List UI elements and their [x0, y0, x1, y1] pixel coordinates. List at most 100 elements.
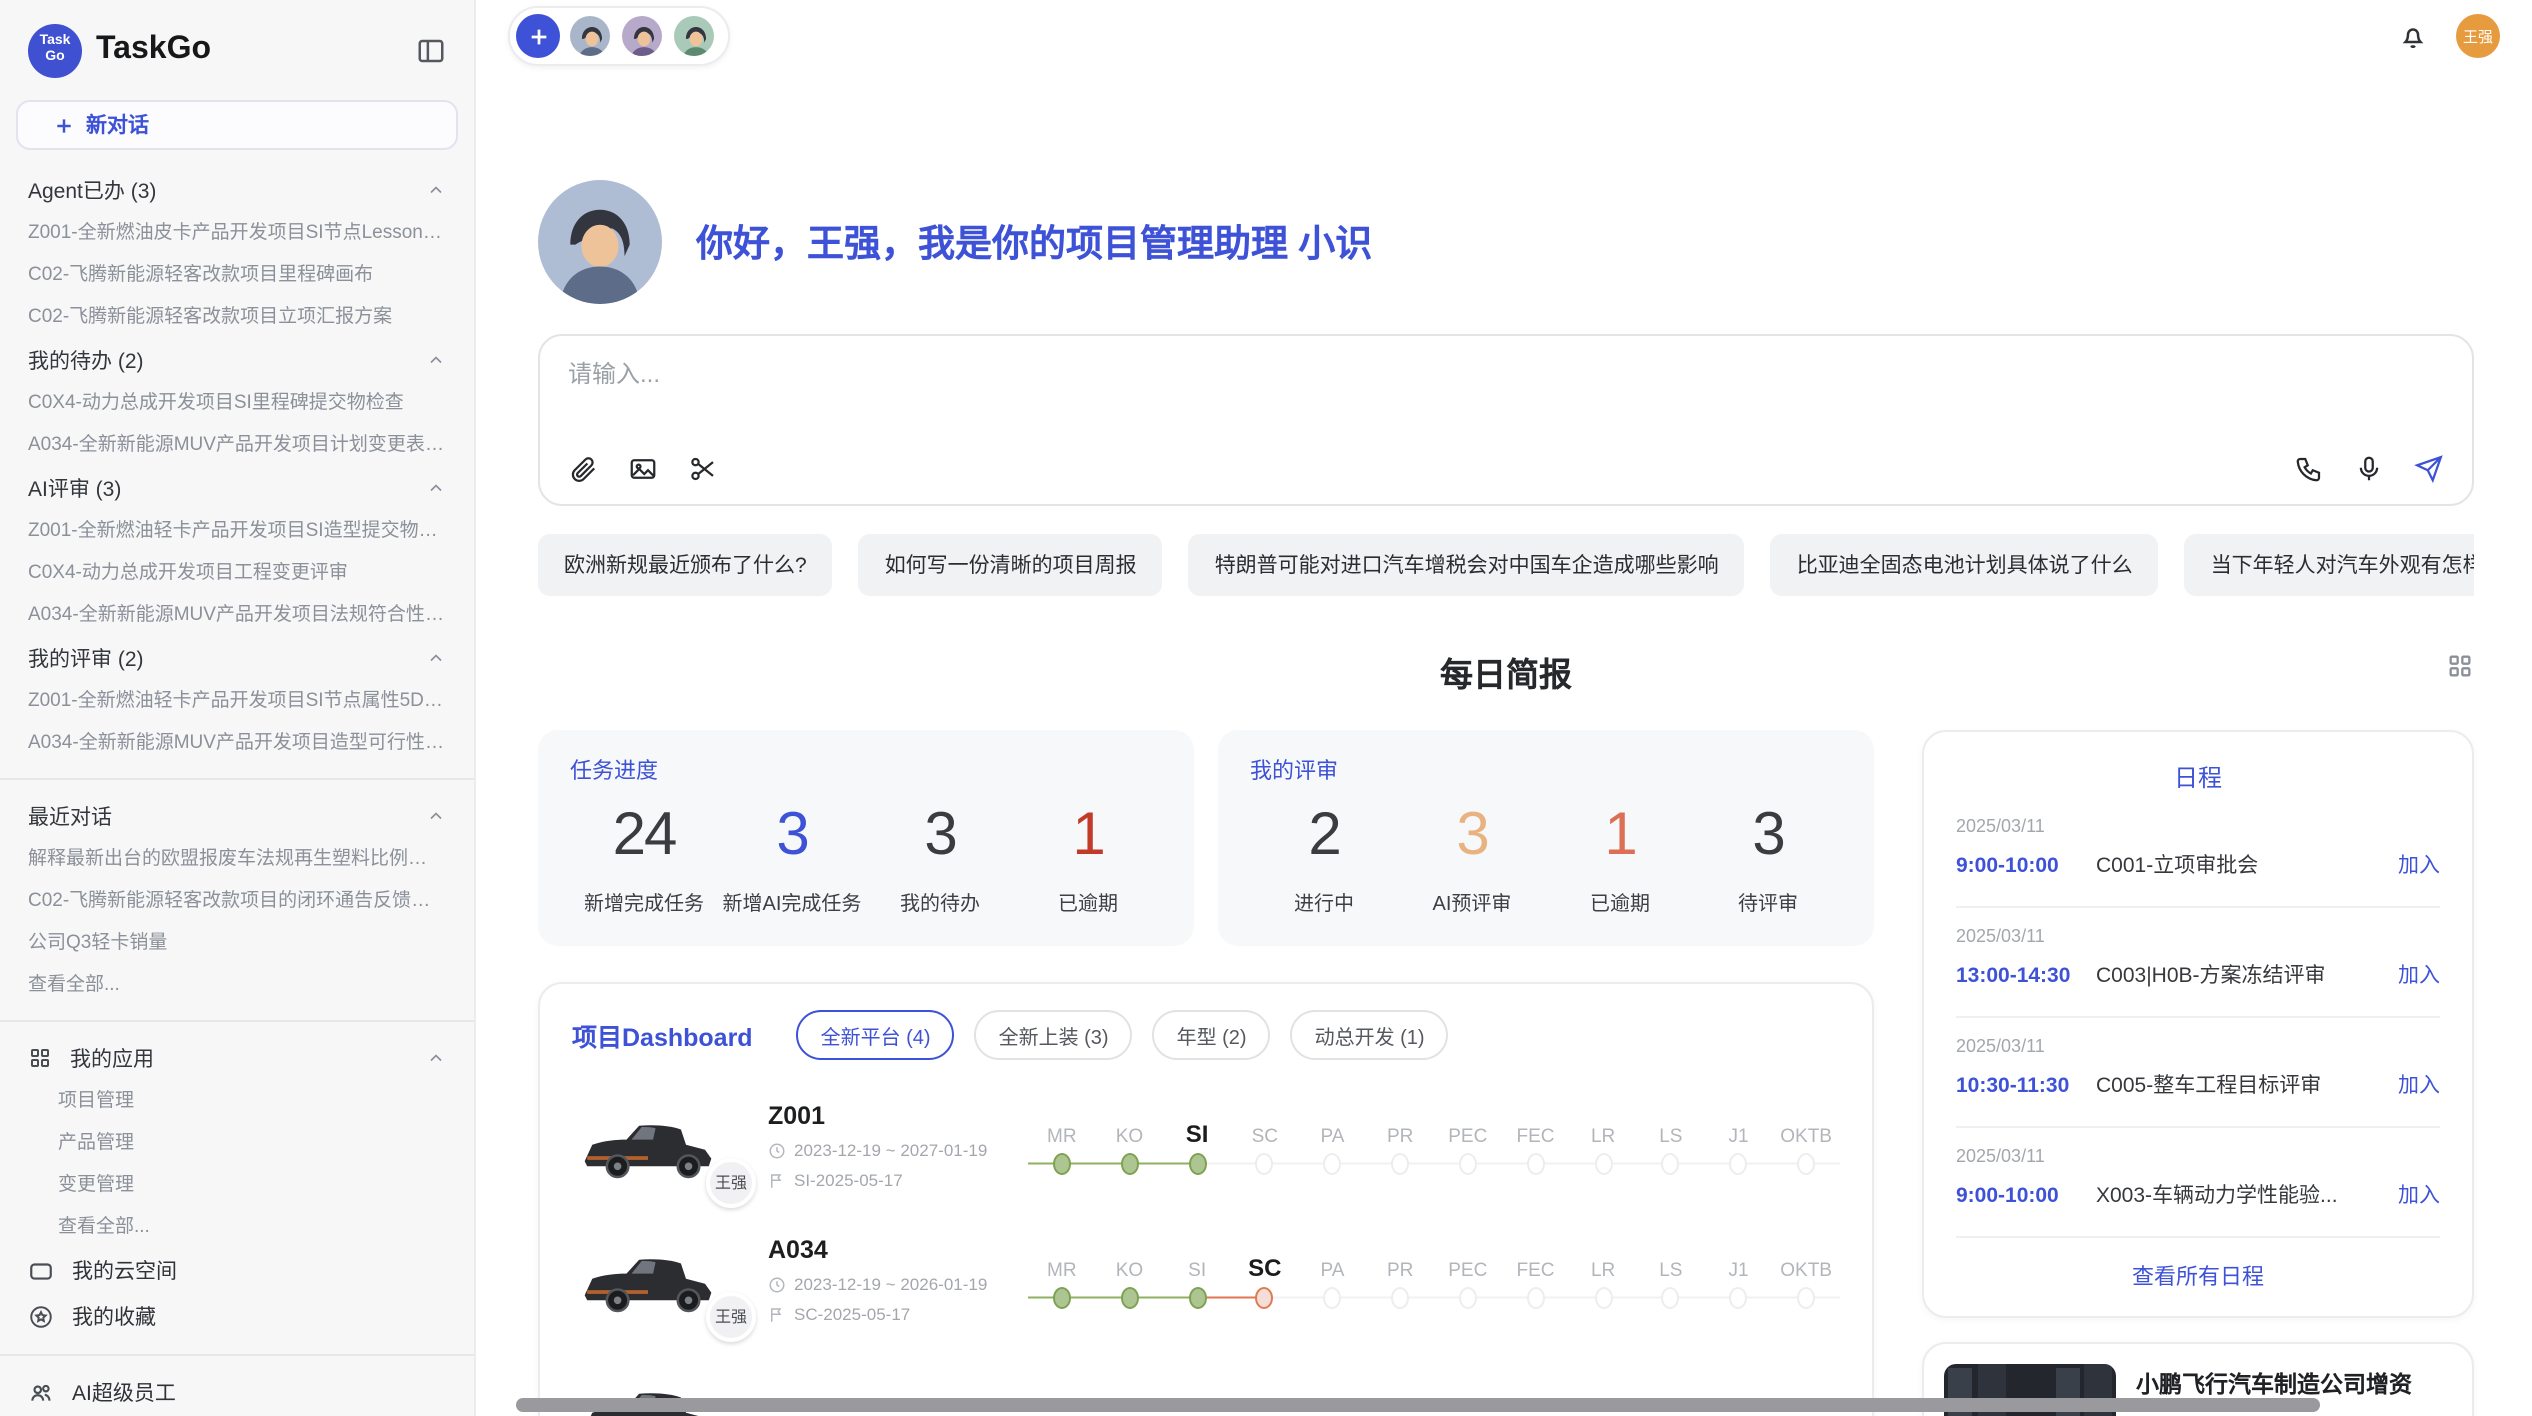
sidebar: Task Go TaskGo 新对话 Agent已办 (3) Z001-全新燃油… [0, 0, 476, 1416]
new-chat-button[interactable]: 新对话 [16, 100, 458, 150]
sidebar-item-favorites[interactable]: 我的收藏 [0, 1294, 474, 1340]
suggestion-chip[interactable]: 当下年轻人对汽车外观有怎样的喜好趋势 [2185, 534, 2474, 596]
apps-view-all[interactable]: 查看全部... [0, 1206, 474, 1248]
send-icon[interactable] [2414, 454, 2444, 484]
microphone-icon[interactable] [2354, 454, 2384, 484]
user-avatar[interactable]: 王强 [2456, 14, 2500, 58]
sidebar-task-item[interactable]: A034-全新新能源MUV产品开发项目造型可行性评审 [0, 722, 474, 764]
view-all-schedule-link[interactable]: 查看所有日程 [1956, 1238, 2440, 1292]
divider [0, 778, 474, 780]
section-my-review[interactable]: 我的评审 (2) [0, 636, 474, 680]
sidebar-task-item[interactable]: Z001-全新燃油轻卡产品开发项目SI节点属性5D文件评审 [0, 680, 474, 722]
sidebar-task-item[interactable]: C0X4-动力总成开发项目SI里程碑提交物检查 [0, 382, 474, 424]
avatar[interactable] [672, 14, 716, 58]
flag-icon [768, 1305, 786, 1323]
app-item[interactable]: 变更管理 [0, 1164, 474, 1206]
join-link[interactable]: 加入 [2398, 850, 2440, 880]
scissors-icon[interactable] [688, 454, 718, 484]
sidebar-item-ai-staff[interactable]: AI超级员工 [0, 1370, 474, 1416]
dashboard-header: 项目Dashboard 全新平台 (4) 全新上装 (3) 年型 (2) 动总开发 (… [572, 1010, 1840, 1060]
avatar[interactable] [620, 14, 664, 58]
sidebar-task-item[interactable]: A034-全新新能源MUV产品开发项目法规符合性评审 [0, 594, 474, 636]
phone-icon[interactable] [2294, 454, 2324, 484]
sidebar-task-item[interactable]: Z001-全新燃油轻卡产品开发项目SI造型提交物评审 [0, 510, 474, 552]
section-recent-chats[interactable]: 最近对话 [0, 794, 474, 838]
chevron-up-icon [426, 648, 446, 668]
schedule-date: 2025/03/11 [1956, 926, 2440, 946]
metric: 3我的待办 [866, 802, 1014, 916]
suggestion-chip[interactable]: 比亚迪全固态电池计划具体说了什么 [1771, 534, 2159, 596]
sidebar-task-item[interactable]: C02-飞腾新能源轻客改款项目立项汇报方案 [0, 296, 474, 338]
section-my-apps[interactable]: 我的应用 [0, 1036, 474, 1080]
app-title: TaskGo [96, 32, 402, 68]
layout-grid-icon[interactable] [2446, 652, 2474, 680]
sidebar-task-item[interactable]: A034-全新新能源MUV产品开发项目计划变更表编写 [0, 424, 474, 466]
schedule-name: C005-整车工程目标评审 [2096, 1070, 2382, 1100]
join-link[interactable]: 加入 [2398, 1180, 2440, 1210]
dashboard-tab[interactable]: 年型 (2) [1153, 1010, 1271, 1060]
project-code: Z001 [768, 1102, 1004, 1130]
attachment-icon[interactable] [568, 454, 598, 484]
app-item[interactable]: 产品管理 [0, 1122, 474, 1164]
project-info: Z001 2023-12-19 ~ 2027-01-19 SI-2025-05-… [768, 1102, 1004, 1190]
section-agent-done[interactable]: Agent已办 (3) [0, 168, 474, 212]
schedule-time: 9:00-10:00 [1956, 1183, 2080, 1207]
recent-view-all[interactable]: 查看全部... [0, 964, 474, 1006]
project-row[interactable]: 王强 Z001 2023-12-19 ~ 2027-01-19 [572, 1098, 1840, 1194]
milestone-timeline: MRKOSISCPAPRPECFECLRLSJ1OKTB [1028, 1113, 1840, 1179]
sidebar-item-cloud-space[interactable]: 我的云空间 [0, 1248, 474, 1294]
milestone-timeline: MRKOSISCPAPRPECFECLRLSJ1OKTB [1028, 1247, 1840, 1313]
sidebar-collapse-icon[interactable] [416, 35, 446, 65]
section-ai-review[interactable]: AI评审 (3) [0, 466, 474, 510]
card-title: 任务进度 [570, 754, 1162, 786]
chevron-up-icon [426, 350, 446, 370]
image-icon[interactable] [628, 454, 658, 484]
logo-text-1: Task [40, 34, 71, 50]
avatar[interactable] [568, 14, 612, 58]
topbar: 王强 [476, 0, 2532, 72]
join-link[interactable]: 加入 [2398, 960, 2440, 990]
sidebar-scroll[interactable]: Agent已办 (3) Z001-全新燃油皮卡产品开发项目SI节点Lesson … [0, 150, 474, 1416]
sidebar-task-item[interactable]: Z001-全新燃油皮卡产品开发项目SI节点Lesson Learn报告 [0, 212, 474, 254]
recent-chat-item[interactable]: 解释最新出台的欧盟报废车法规再生塑料比例被调至15%... [0, 838, 474, 880]
assistant-avatar [538, 180, 662, 304]
chevron-up-icon [426, 180, 446, 200]
flag-icon [768, 1171, 786, 1189]
dashboard-title: 项目Dashboard [572, 1016, 753, 1054]
main-area: 王强 你好，王强，我是你的项目管理助理 小识 [476, 0, 2532, 1416]
content-scroll[interactable]: 你好，王强，我是你的项目管理助理 小识 欧洲新规最近颁布了什么? 如何写一份清晰的… [476, 72, 2532, 1416]
recent-chat-item[interactable]: 公司Q3轻卡销量 [0, 922, 474, 964]
join-link[interactable]: 加入 [2398, 1070, 2440, 1100]
greeting-text: 你好，王强，我是你的项目管理助理 小识 [696, 216, 1372, 268]
section-my-todo[interactable]: 我的待办 (2) [0, 338, 474, 382]
schedule-time: 13:00-14:30 [1956, 963, 2080, 987]
project-milestone-flag: SI-2025-05-17 [768, 1170, 1004, 1190]
add-member-button[interactable] [516, 14, 560, 58]
metric: 3待评审 [1694, 802, 1842, 916]
schedule-date: 2025/03/11 [1956, 1036, 2440, 1056]
metric: 1已逾期 [1546, 802, 1694, 916]
chat-input[interactable] [568, 360, 2444, 388]
recent-chat-item[interactable]: C02-飞腾新能源轻客改款项目的闭环通告反馈情况 [0, 880, 474, 922]
suggestion-chip[interactable]: 如何写一份清晰的项目周报 [859, 534, 1163, 596]
dashboard-tab[interactable]: 动总开发 (1) [1291, 1010, 1449, 1060]
app-item[interactable]: 项目管理 [0, 1080, 474, 1122]
dashboard-tab[interactable]: 全新平台 (4) [797, 1010, 955, 1060]
dashboard-tab[interactable]: 全新上装 (3) [975, 1010, 1133, 1060]
suggestion-chip[interactable]: 欧洲新规最近颁布了什么? [538, 534, 833, 596]
schedule-date: 2025/03/11 [1956, 816, 2440, 836]
notifications-bell-icon[interactable] [2398, 21, 2428, 51]
my-review-card: 我的评审 2进行中3AI预评审1已逾期3待评审 [1218, 730, 1874, 946]
briefing-right-column: 日程 2025/03/11 9:00-10:00 C001-立项审批会 加入 [1922, 730, 2474, 1416]
sidebar-task-item[interactable]: C02-飞腾新能源轻客改款项目里程碑画布 [0, 254, 474, 296]
project-row[interactable]: 王强 A034 2023-12-19 ~ 2026-01-19 [572, 1232, 1840, 1328]
composer-toolbar [568, 454, 2444, 484]
suggestion-chip[interactable]: 特朗普可能对进口汽车增税会对中国车企造成哪些影响 [1189, 534, 1745, 596]
horizontal-scrollbar[interactable] [516, 1398, 2320, 1412]
divider [0, 1020, 474, 1022]
sidebar-task-item[interactable]: C0X4-动力总成开发项目工程变更评审 [0, 552, 474, 594]
chevron-up-icon [426, 806, 446, 826]
star-circle-icon [28, 1304, 54, 1330]
project-owner-badge: 王强 [706, 1158, 756, 1208]
logo-row: Task Go TaskGo [0, 20, 474, 80]
